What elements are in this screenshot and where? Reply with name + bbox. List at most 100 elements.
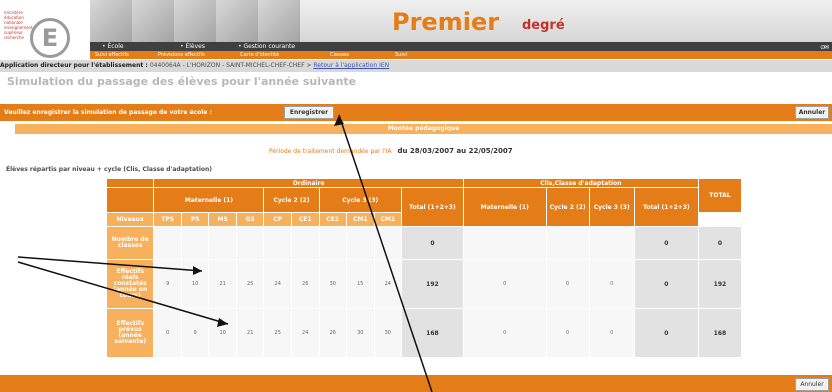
clis-current-cycle2: 0 — [546, 260, 589, 308]
cancel-button-top[interactable]: Annuler — [795, 106, 829, 119]
clis-cycle3-header: Cycle 3 (3) — [589, 188, 634, 226]
current-cm1[interactable]: 15 — [347, 260, 374, 308]
ordinaire-header: Ordinaire — [154, 179, 463, 187]
planned-total: 168 — [402, 309, 463, 357]
subnav-previsions-effectifs[interactable]: Prévisions effectifs — [158, 52, 205, 58]
clis-class-cycle2 — [546, 227, 589, 259]
class-count-tps[interactable] — [154, 227, 181, 259]
subnav-suivi-effectifs[interactable]: Suivi effectifs — [95, 52, 129, 58]
level-ce2: CE2 — [319, 213, 347, 226]
current-ps[interactable]: 10 — [181, 260, 209, 308]
breadcrumb-school: 0440064A - L'HORIZON - SAINT-MICHEL-CHEF… — [149, 62, 305, 69]
app-header: ministère éducation nationale enseigneme… — [0, 0, 832, 61]
subnav-classes[interactable]: Classes — [330, 52, 349, 58]
level-ce1: CE1 — [291, 213, 319, 226]
breadcrumb: Application directeur pour l'établisseme… — [0, 60, 832, 72]
mail-icon[interactable]: ✉ — [824, 44, 829, 51]
current-gs[interactable]: 25 — [236, 260, 264, 308]
planned-cp[interactable]: 25 — [264, 309, 291, 357]
class-count-ps[interactable] — [181, 227, 209, 259]
period-dates: du 28/03/2007 au 22/05/2007 — [397, 147, 513, 155]
current-ce1[interactable]: 26 — [291, 260, 319, 308]
return-ien-link[interactable]: Retour à l'application IEN — [313, 62, 389, 69]
period-label: Période de traitement demandée par l'IA — [269, 148, 392, 155]
clis-class-total: 0 — [634, 227, 698, 259]
header-photo-4 — [216, 0, 258, 42]
nav-gestion-courante[interactable]: • Gestion courante — [238, 43, 295, 50]
table-corner — [107, 179, 154, 187]
row-label-planned: Effectifs prévus (année suivante) — [107, 309, 154, 357]
class-count-cm1[interactable] — [347, 227, 374, 259]
header-photo-2 — [132, 0, 174, 42]
clis-current-cycle3: 0 — [589, 260, 634, 308]
class-count-ce2[interactable] — [319, 227, 347, 259]
planned-cm1[interactable]: 30 — [347, 309, 374, 357]
clis-header: Clis,Classe d'adaptation — [463, 179, 698, 187]
ministry-logo: ministère éducation nationale enseigneme… — [3, 3, 79, 61]
clis-class-maternelle — [463, 227, 546, 259]
class-count-ms[interactable] — [209, 227, 236, 259]
planned-cm2[interactable]: 30 — [374, 309, 402, 357]
level-cm1: CM1 — [347, 213, 374, 226]
total-123-header: Total (1+2+3) — [402, 188, 463, 226]
subnav-suivi[interactable]: Suivi — [395, 52, 407, 58]
class-count-ce1[interactable] — [291, 227, 319, 259]
header-banner: Premier degré — [90, 0, 832, 42]
current-ms[interactable]: 21 — [209, 260, 236, 308]
row-label-classes: Nombre de classes — [107, 227, 154, 259]
clis-class-cycle3 — [589, 227, 634, 259]
app-subtitle: degré — [522, 18, 565, 33]
current-ce2[interactable]: 30 — [319, 260, 347, 308]
current-total: 192 — [402, 260, 463, 308]
class-count-gs[interactable] — [236, 227, 264, 259]
current-cp[interactable]: 24 — [264, 260, 291, 308]
main-navigation: • École • Élèves • Gestion courante ⊙ ✉ — [90, 42, 832, 51]
grand-total-header: TOTAL — [698, 179, 741, 212]
header-photo-1 — [90, 0, 132, 42]
current-tps[interactable]: 9 — [154, 260, 181, 308]
clis-planned-cycle2: 0 — [546, 309, 589, 357]
planned-tps[interactable]: 0 — [154, 309, 181, 357]
section-title: Montée pédagogique — [15, 124, 832, 134]
nav-ecole[interactable]: • École — [102, 43, 124, 50]
nav-eleves[interactable]: • Élèves — [180, 43, 205, 50]
planned-ce1[interactable]: 24 — [291, 309, 319, 357]
save-notice-bar: Veuillez enregistrer la simulation de pa… — [0, 104, 832, 121]
planned-ce2[interactable]: 26 — [319, 309, 347, 357]
breadcrumb-prefix: Application directeur pour l'établisseme… — [0, 62, 150, 69]
table-corner-2 — [107, 188, 154, 212]
level-cm2: CM2 — [374, 213, 402, 226]
grand-planned-total: 168 — [698, 309, 741, 357]
class-count-cm2[interactable] — [374, 227, 402, 259]
planned-gs[interactable]: 21 — [236, 309, 264, 357]
planned-ms[interactable]: 10 — [209, 309, 236, 357]
cycle2-header: Cycle 2 (2) — [264, 188, 319, 212]
subnav-carte-identite[interactable]: Carte d'identité — [240, 52, 279, 58]
cycle3-header: Cycle 3 (3) — [319, 188, 402, 212]
grand-current-total: 192 — [698, 260, 741, 308]
header-photo-3 — [174, 0, 216, 42]
clis-cycle2-header: Cycle 2 (2) — [546, 188, 589, 226]
page-title: Simulation du passage des élèves pour l'… — [7, 75, 357, 88]
enrollment-table: Ordinaire Clis,Classe d'adaptation TOTAL… — [106, 178, 742, 358]
processing-period: Période de traitement demandée par l'IA d… — [269, 147, 513, 155]
level-ps: PS — [181, 213, 209, 226]
header-actions: ⊙ ✉ — [820, 43, 829, 51]
row-label-current: Effectifs réels constatés (année en cour… — [107, 260, 154, 308]
current-cm2[interactable]: 24 — [374, 260, 402, 308]
header-photo-5 — [258, 0, 300, 42]
table-subheading: Élèves répartis par niveau + cycle (Clis… — [6, 166, 213, 173]
cancel-button-bottom[interactable]: Annuler — [795, 378, 829, 391]
niveaux-label: Niveaux — [107, 213, 154, 226]
save-notice-text: Veuillez enregistrer la simulation de pa… — [4, 109, 212, 116]
clis-current-total: 0 — [634, 260, 698, 308]
clis-planned-cycle3: 0 — [589, 309, 634, 357]
grand-class-total: 0 — [698, 227, 741, 259]
class-count-cp[interactable] — [264, 227, 291, 259]
save-button[interactable]: Enregistrer — [284, 106, 334, 119]
level-gs: GS — [236, 213, 264, 226]
app-title: Premier — [392, 8, 500, 36]
level-cp: CP — [264, 213, 291, 226]
ministry-logo-letter: E — [30, 18, 70, 58]
planned-ps[interactable]: 9 — [181, 309, 209, 357]
